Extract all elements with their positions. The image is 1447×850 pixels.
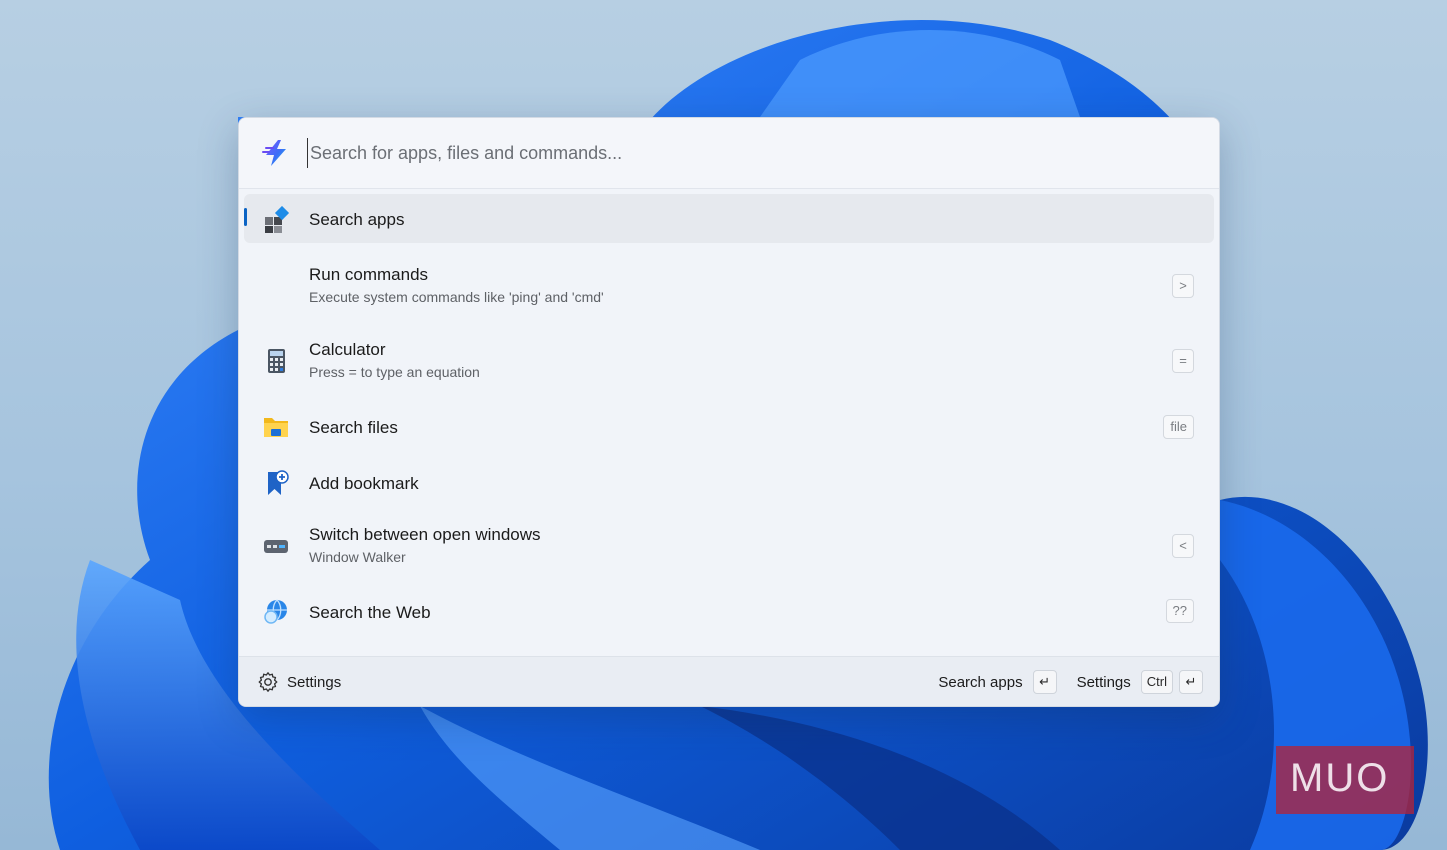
shortcut-badge: file (1163, 415, 1194, 439)
selection-indicator (244, 208, 247, 226)
ctrl-key-badge: Ctrl (1140, 670, 1173, 694)
result-subtitle: Execute system commands like 'ping' and … (309, 289, 604, 305)
result-search-files[interactable]: Search files file (244, 403, 1214, 451)
search-input[interactable] (307, 138, 1187, 168)
footer-settings-link[interactable]: Settings (287, 674, 341, 691)
result-add-bookmark[interactable]: Add bookmark (244, 459, 1214, 507)
enter-key-badge: ↵ (1179, 670, 1203, 694)
footer-shortcuts: Search apps ↵ Settings Ctrl ↵ (924, 669, 1203, 695)
result-title: Add bookmark (309, 474, 419, 493)
enter-key-badge: ↵ (1032, 670, 1057, 694)
globe-search-icon (264, 599, 287, 624)
footer-settings-action-label: Settings (1076, 673, 1131, 691)
shortcut-badge: < (1172, 534, 1194, 558)
result-calculator[interactable]: Calculator Press = to type an equation = (244, 331, 1214, 391)
result-search-web[interactable]: Search the Web ?? (244, 587, 1214, 637)
result-subtitle: Window Walker (309, 549, 406, 565)
powertoys-run-logo-icon (262, 140, 286, 166)
result-window-walker[interactable]: Switch between open windows Window Walke… (244, 516, 1214, 576)
shortcut-badge: ?? (1165, 599, 1194, 623)
powertoys-run-window: Search apps Run commands Execute system … (238, 117, 1220, 707)
result-subtitle: Press = to type an equation (309, 364, 480, 380)
watermark-text: MUO (1290, 756, 1390, 800)
result-title: Calculator (309, 340, 386, 359)
result-search-apps[interactable]: Search apps (244, 194, 1214, 243)
footer-bar: Settings Search apps ↵ Settings Ctrl ↵ (239, 656, 1219, 706)
search-bar (239, 118, 1219, 189)
result-title: Search apps (309, 210, 405, 229)
shortcut-badge: = (1172, 349, 1194, 373)
footer-action-label: Search apps (938, 673, 1023, 691)
result-title: Switch between open windows (309, 525, 541, 544)
gear-icon[interactable] (257, 671, 279, 693)
apps-icon (265, 206, 290, 233)
shortcut-badge: > (1172, 274, 1194, 298)
folder-icon (264, 418, 288, 437)
window-walker-icon (264, 540, 288, 553)
calculator-icon (268, 349, 285, 373)
result-title: Search files (309, 418, 398, 437)
bookmark-add-icon (268, 470, 289, 495)
result-title: Run commands (309, 265, 429, 284)
result-run-commands[interactable]: Run commands Execute system commands lik… (244, 256, 1214, 316)
muo-watermark: MUO (1276, 746, 1414, 814)
result-title: Search the Web (309, 603, 431, 622)
